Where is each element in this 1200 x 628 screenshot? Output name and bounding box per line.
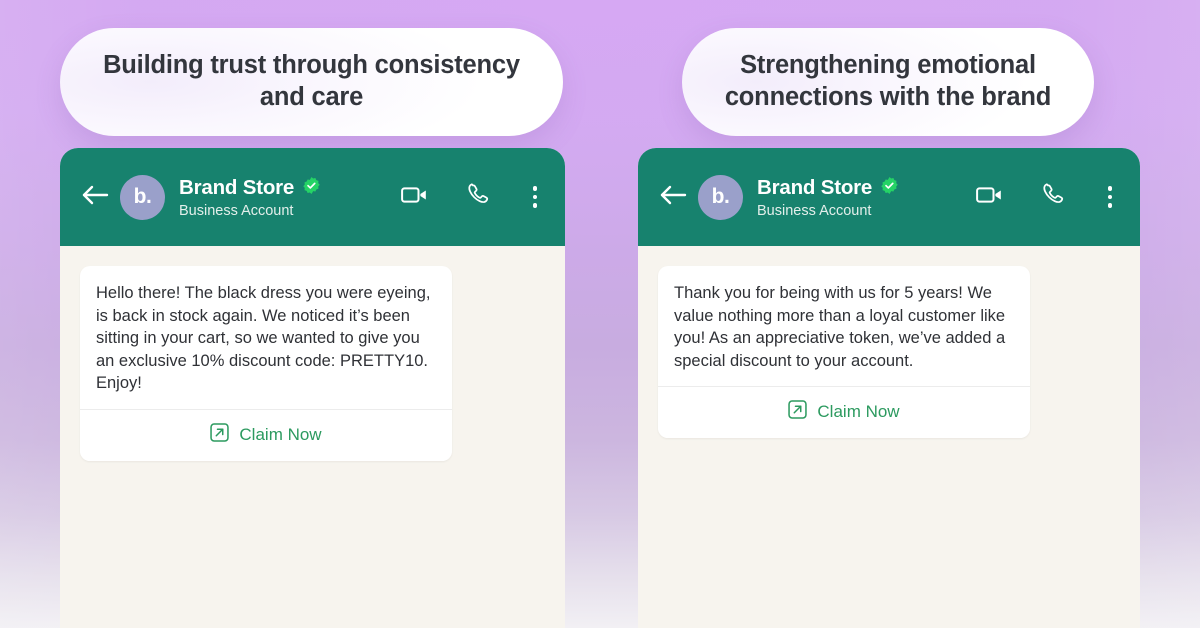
- message-text-left: Hello there! The black dress you were ey…: [96, 284, 431, 393]
- contact-name-right: Brand Store: [757, 175, 873, 199]
- contact-info-left[interactable]: Brand Store Business Account: [179, 176, 321, 219]
- contact-name-row-right: Brand Store: [757, 176, 899, 200]
- contact-info-right[interactable]: Brand Store Business Account: [757, 176, 899, 219]
- external-link-icon: [210, 423, 230, 447]
- contact-name-row-left: Brand Store: [179, 176, 321, 200]
- caption-text-right: Strengthening emotional connections with…: [724, 51, 1052, 111]
- caption-pill-left: Building trust through consistency and c…: [60, 28, 563, 136]
- claim-now-label-left: Claim Now: [239, 424, 322, 444]
- caption-text-left: Building trust through consistency and c…: [103, 51, 520, 111]
- more-options-button-left[interactable]: [527, 186, 544, 208]
- back-button-right[interactable]: [656, 180, 690, 214]
- avatar-initials-left: b.: [133, 185, 152, 208]
- back-button-left[interactable]: [78, 180, 112, 214]
- claim-now-button-left[interactable]: Claim Now: [80, 409, 452, 461]
- chat-panel-right: b. Brand Store Business Account Thank yo…: [638, 148, 1140, 628]
- arrow-left-icon: [659, 184, 687, 211]
- header-actions-right: [975, 183, 1119, 211]
- phone-call-icon: [466, 183, 489, 211]
- chat-body-left: Hello there! The black dress you were ey…: [60, 246, 565, 628]
- arrow-left-icon: [81, 184, 109, 211]
- page-stage: Building trust through consistency and c…: [0, 0, 1200, 628]
- avatar-right[interactable]: b.: [698, 174, 743, 220]
- contact-subtitle-left: Business Account: [179, 202, 294, 219]
- message-bubble-right: Thank you for being with us for 5 years!…: [658, 266, 1030, 439]
- video-camera-icon: [975, 185, 1003, 210]
- message-text-right: Thank you for being with us for 5 years!…: [674, 284, 1006, 370]
- more-vertical-icon: [1102, 186, 1119, 208]
- chat-header-right: b. Brand Store Business Account: [638, 148, 1140, 246]
- message-bubble-left: Hello there! The black dress you were ey…: [80, 266, 452, 461]
- voice-call-button-left[interactable]: [466, 183, 489, 211]
- claim-now-button-right[interactable]: Claim Now: [658, 387, 1030, 439]
- external-link-icon: [788, 400, 808, 424]
- video-call-button-right[interactable]: [975, 185, 1003, 210]
- header-actions-left: [400, 183, 544, 211]
- avatar-left[interactable]: b.: [120, 174, 165, 220]
- video-call-button-left[interactable]: [400, 185, 428, 210]
- more-options-button-right[interactable]: [1102, 186, 1119, 208]
- caption-pill-right: Strengthening emotional connections with…: [682, 28, 1094, 136]
- verified-badge-icon: [880, 176, 899, 200]
- voice-call-button-right[interactable]: [1041, 183, 1064, 211]
- phone-call-icon: [1041, 183, 1064, 211]
- chat-body-right: Thank you for being with us for 5 years!…: [638, 246, 1140, 628]
- contact-name-left: Brand Store: [179, 175, 295, 199]
- claim-now-label-right: Claim Now: [817, 402, 900, 422]
- contact-subtitle-right: Business Account: [757, 202, 872, 219]
- more-vertical-icon: [527, 186, 544, 208]
- chat-panel-left: b. Brand Store Business Account Hello th…: [60, 148, 565, 628]
- avatar-initials-right: b.: [711, 185, 730, 208]
- video-camera-icon: [400, 185, 428, 210]
- verified-badge-icon: [302, 176, 321, 200]
- chat-header-left: b. Brand Store Business Account: [60, 148, 565, 246]
